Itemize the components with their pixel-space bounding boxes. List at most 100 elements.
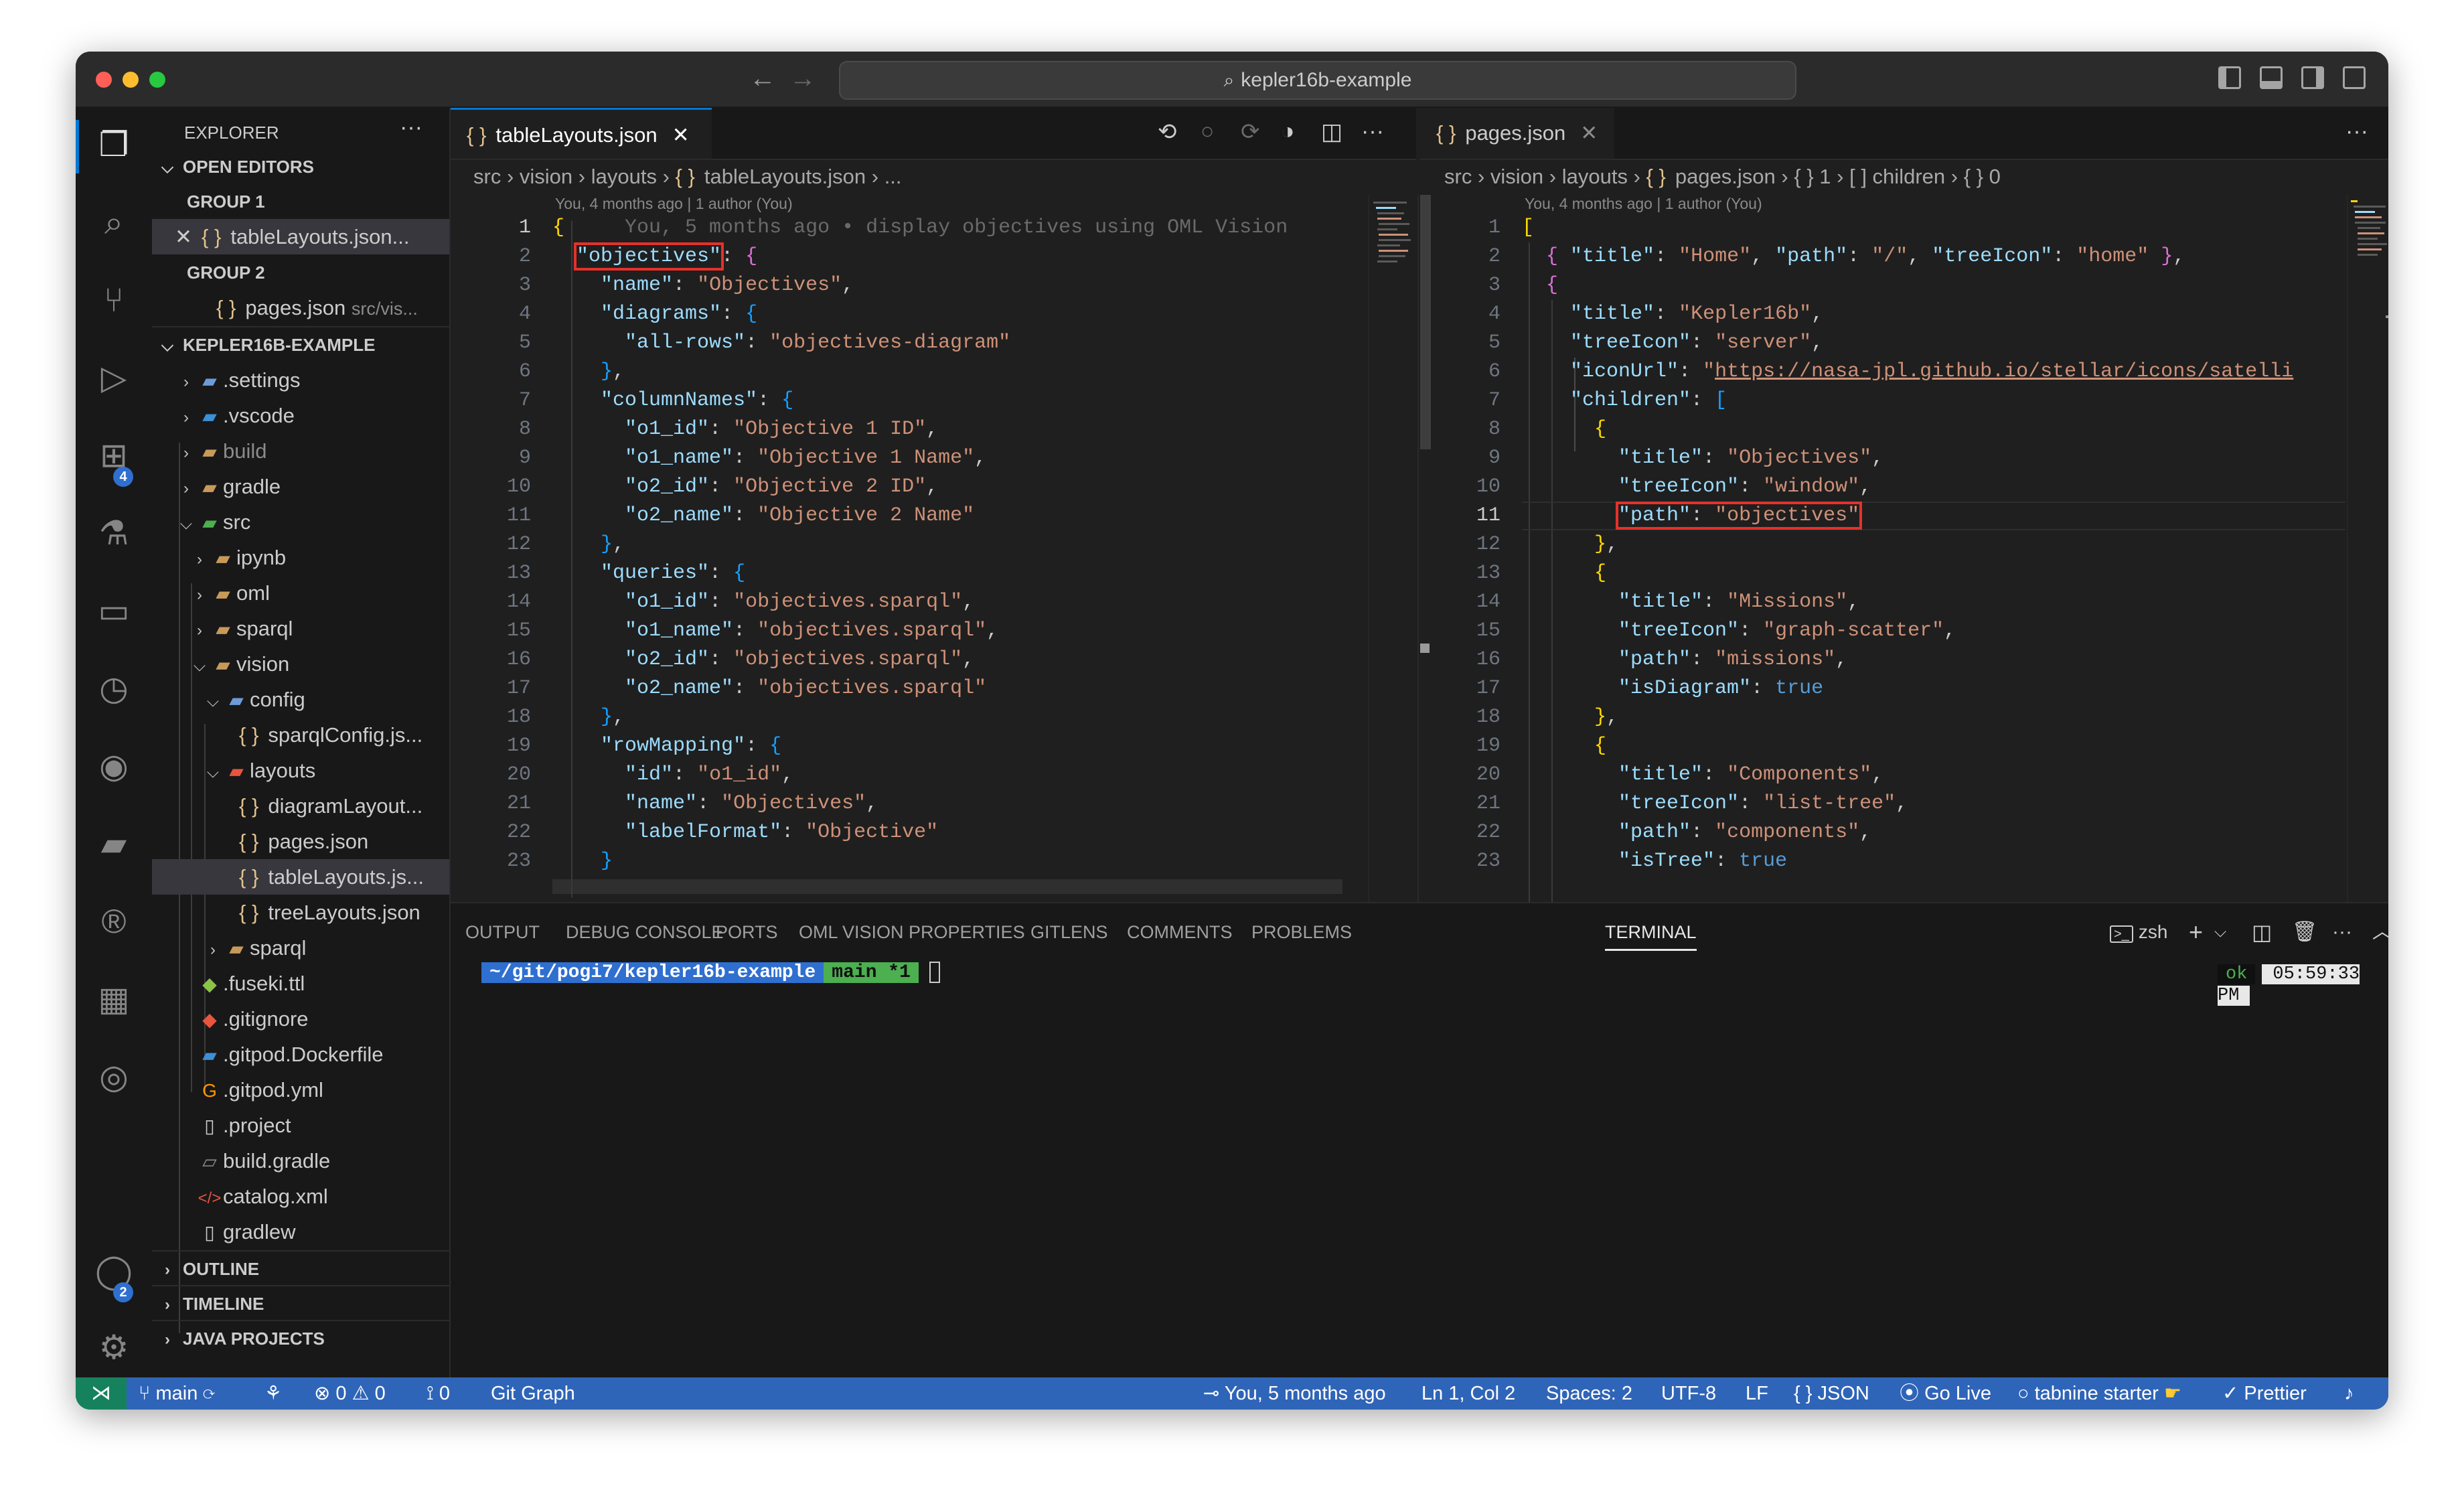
toggle-secondary-sidebar-icon[interactable] xyxy=(2301,66,2324,89)
run-debug-icon[interactable]: ▷ xyxy=(90,354,137,401)
tree-item-gitpod-yml[interactable]: G .gitpod.yml xyxy=(152,1072,449,1108)
panel-tab-problems[interactable]: PROBLEMS xyxy=(1251,915,1352,949)
breadcrumb-item[interactable]: pages.json xyxy=(1675,165,1776,188)
breadcrumb-item[interactable]: src xyxy=(1444,165,1472,188)
close-icon[interactable]: ✕ xyxy=(672,123,690,147)
panel-tab-oml-vision-properties[interactable]: OML VISION PROPERTIES xyxy=(799,915,1025,949)
terminal-shell-selector[interactable]: >_ zsh xyxy=(2110,915,2167,949)
status-tabnine[interactable]: ○ tabnine starter ☛ xyxy=(2017,1377,2181,1410)
breadcrumb-item[interactable]: vision xyxy=(1490,165,1543,188)
panel-tab-ports[interactable]: PORTS xyxy=(716,915,778,949)
settings-gear-icon[interactable]: ⚙ xyxy=(90,1324,137,1371)
testing-flask-icon[interactable]: ⚗ xyxy=(90,510,137,556)
tree-item-project[interactable]: ▯ .project xyxy=(152,1108,449,1143)
left-code[interactable]: { You, 5 months ago • display objectives… xyxy=(552,214,1369,902)
blame-codelens[interactable]: You, 4 months ago | 1 author (You) xyxy=(555,195,793,213)
tab-pages[interactable]: { } pages.json ✕ xyxy=(1420,108,1614,159)
status-problems[interactable]: ⊗ 0 ⚠ 0 xyxy=(314,1377,386,1410)
previous-change-icon[interactable]: ○ xyxy=(1201,119,1215,145)
panel-tab-terminal[interactable]: TERMINAL xyxy=(1605,915,1697,951)
project-section[interactable]: ⌵ KEPLER16B-EXAMPLE xyxy=(152,326,449,362)
chevron-down-icon[interactable]: ⌵ xyxy=(2214,915,2226,949)
tree-item-sparql[interactable]: › ▰ sparql xyxy=(152,611,449,646)
eye-preview-icon[interactable]: ◎ xyxy=(90,1053,137,1100)
gitlens-icon[interactable]: ◉ xyxy=(90,743,137,789)
tab-tablelayouts[interactable]: { } tableLayouts.json ✕ xyxy=(451,108,712,159)
status-language[interactable]: { } JSON xyxy=(1794,1377,1869,1410)
tree-item-tablelayouts[interactable]: { } tableLayouts.js... xyxy=(152,859,449,895)
breadcrumb-item[interactable]: vision xyxy=(520,165,572,188)
next-change-icon[interactable]: ⟳ xyxy=(1241,119,1260,145)
status-branch[interactable]: ⑂ main ⟳ xyxy=(139,1377,215,1410)
status-blame[interactable]: ⊸ You, 5 months ago xyxy=(1203,1377,1386,1410)
tree-item-gitignore[interactable]: ◆ .gitignore xyxy=(152,1001,449,1037)
close-window-button[interactable] xyxy=(96,72,112,88)
back-arrow-icon[interactable]: ← xyxy=(749,64,776,94)
blame-codelens[interactable]: You, 4 months ago | 1 author (You) xyxy=(1525,195,1762,213)
breadcrumb-item[interactable]: layouts xyxy=(1562,165,1628,188)
breadcrumb-item[interactable]: tableLayouts.json xyxy=(704,165,866,188)
customize-layout-icon[interactable] xyxy=(2343,66,2366,89)
horizontal-scrollbar[interactable] xyxy=(552,879,1342,894)
close-icon[interactable]: ✕ xyxy=(1580,121,1598,145)
notifications-bell-icon[interactable]: ♪ xyxy=(2344,1377,2354,1410)
docker-whale-icon[interactable]: ▰ xyxy=(90,820,137,867)
tree-item-gradle[interactable]: › ▰ gradle xyxy=(152,469,449,504)
right-code[interactable]: [ { "title": "Home", "path": "/", "treeI… xyxy=(1522,214,2345,902)
tree-item-build[interactable]: › ▰ build xyxy=(152,433,449,469)
left-minimap[interactable] xyxy=(1368,195,1417,902)
breadcrumb-item[interactable]: [ ] children xyxy=(1849,165,1945,188)
split-terminal-icon[interactable]: ◫ xyxy=(2252,915,2272,949)
command-center-search[interactable]: ⌕ kepler16b-example xyxy=(839,61,1796,100)
tree-item-gradlew[interactable]: ▯ gradlew xyxy=(152,1214,449,1250)
gitlens-compare-icon[interactable]: ◑ xyxy=(1281,119,1295,145)
tree-item-treelayouts[interactable]: { } treeLayouts.json xyxy=(152,895,449,930)
timeline-section[interactable]: › TIMELINE xyxy=(152,1285,449,1321)
right-minimap[interactable] xyxy=(2347,195,2388,902)
source-control-icon[interactable]: ⑂ xyxy=(90,277,137,323)
breadcrumb-item[interactable]: layouts xyxy=(591,165,657,188)
panel-more-icon[interactable]: ··· xyxy=(2332,915,2352,949)
java-projects-section[interactable]: › JAVA PROJECTS xyxy=(152,1320,449,1356)
excel-viewer-icon[interactable]: ▦ xyxy=(90,976,137,1023)
open-editors-section[interactable]: ⌵ OPEN EDITORS xyxy=(152,149,449,184)
maximize-panel-icon[interactable]: ︿ xyxy=(2372,915,2388,949)
breadcrumb-item[interactable]: { } 0 xyxy=(1964,165,2001,188)
status-indentation[interactable]: Spaces: 2 xyxy=(1546,1377,1632,1410)
tree-item-pages-json[interactable]: { } pages.json xyxy=(152,824,449,859)
more-actions-icon[interactable]: ··· xyxy=(1361,119,1384,145)
status-ports[interactable]: ⟟ 0 xyxy=(427,1377,450,1410)
tree-item-catalog[interactable]: </>catalog.xml xyxy=(152,1179,449,1214)
status-eol[interactable]: LF xyxy=(1746,1377,1768,1410)
close-icon[interactable]: ✕ xyxy=(152,219,192,254)
tree-item-fuseki[interactable]: ◆ .fuseki.ttl xyxy=(152,966,449,1001)
breadcrumb-item[interactable]: ... xyxy=(884,165,902,188)
status-position[interactable]: Ln 1, Col 2 xyxy=(1421,1377,1515,1410)
open-changes-icon[interactable]: ⟲ xyxy=(1158,119,1177,145)
status-go-live[interactable]: ⦿ Go Live xyxy=(1900,1377,1991,1410)
tree-item-ipynb[interactable]: › ▰ ipynb xyxy=(152,540,449,575)
tree-item-oml[interactable]: › ▰ oml xyxy=(152,575,449,611)
open-editor-tablelayouts[interactable]: ✕{ } tableLayouts.json... xyxy=(152,219,449,254)
tree-item-settings[interactable]: › ▰ .settings xyxy=(152,362,449,398)
toggle-primary-sidebar-icon[interactable] xyxy=(2218,66,2241,89)
explorer-more-icon[interactable]: ··· xyxy=(400,115,422,141)
tree-item-sparql-2[interactable]: › ▰ sparql xyxy=(152,930,449,966)
trash-icon[interactable]: 🗑 xyxy=(2292,915,2317,949)
status-prettier[interactable]: ✓ Prettier xyxy=(2222,1377,2307,1410)
terminal-prompt[interactable]: ~/git/pogi7/kepler16b-example main *1 xyxy=(481,961,940,985)
tree-item-build-gradle[interactable]: ▱ build.gradle xyxy=(152,1143,449,1179)
left-scrollbar[interactable] xyxy=(1417,195,1432,902)
tree-item-diagramlayout[interactable]: { } diagramLayout... xyxy=(152,788,449,824)
toggle-panel-icon[interactable] xyxy=(2260,66,2283,89)
tree-item-vscode[interactable]: › ▰ .vscode xyxy=(152,398,449,433)
status-publish-icon[interactable]: ⚘ xyxy=(264,1377,282,1410)
forward-arrow-icon[interactable]: → xyxy=(789,64,816,94)
maximize-window-button[interactable] xyxy=(149,72,165,88)
open-editor-pages[interactable]: { } pages.json src/vis... xyxy=(152,290,449,325)
more-actions-icon[interactable]: ··· xyxy=(2345,119,2368,145)
new-terminal-plus-icon[interactable]: + xyxy=(2189,915,2203,949)
tree-item-gitpod-dockerfile[interactable]: ▰ .gitpod.Dockerfile xyxy=(152,1037,449,1072)
explorer-files-icon[interactable]: ❐ xyxy=(90,121,137,168)
breadcrumb-item[interactable]: src xyxy=(473,165,501,188)
